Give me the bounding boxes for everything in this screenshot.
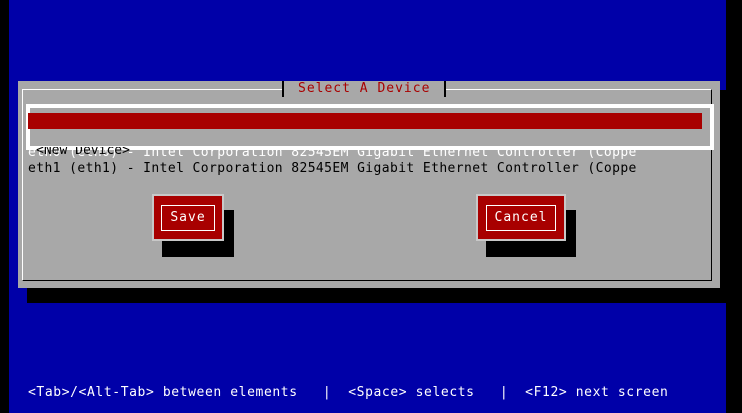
dialog-title: Select A Device [282, 81, 447, 97]
select-device-dialog: Select A Device eth0 (eth0) - Intel Corp… [18, 81, 720, 288]
device-list-item-new-device[interactable]: <New Device> [36, 147, 700, 159]
save-button[interactable]: Save [152, 194, 224, 241]
device-list-item-eth1[interactable]: eth1 (eth1) - Intel Corporation 82545EM … [28, 129, 692, 176]
cancel-button-label: Cancel [485, 204, 557, 231]
device-label: eth1 (eth1) - Intel Corporation 82545EM … [28, 161, 637, 176]
cancel-button[interactable]: Cancel [476, 194, 566, 241]
save-button-label: Save [161, 204, 215, 231]
device-label: <New Device> [36, 147, 130, 158]
device-list-item-eth0[interactable]: eth0 (eth0) - Intel Corporation 82545EM … [28, 113, 702, 160]
help-status-bar: <Tab>/<Alt-Tab> between elements | <Spac… [28, 385, 669, 400]
